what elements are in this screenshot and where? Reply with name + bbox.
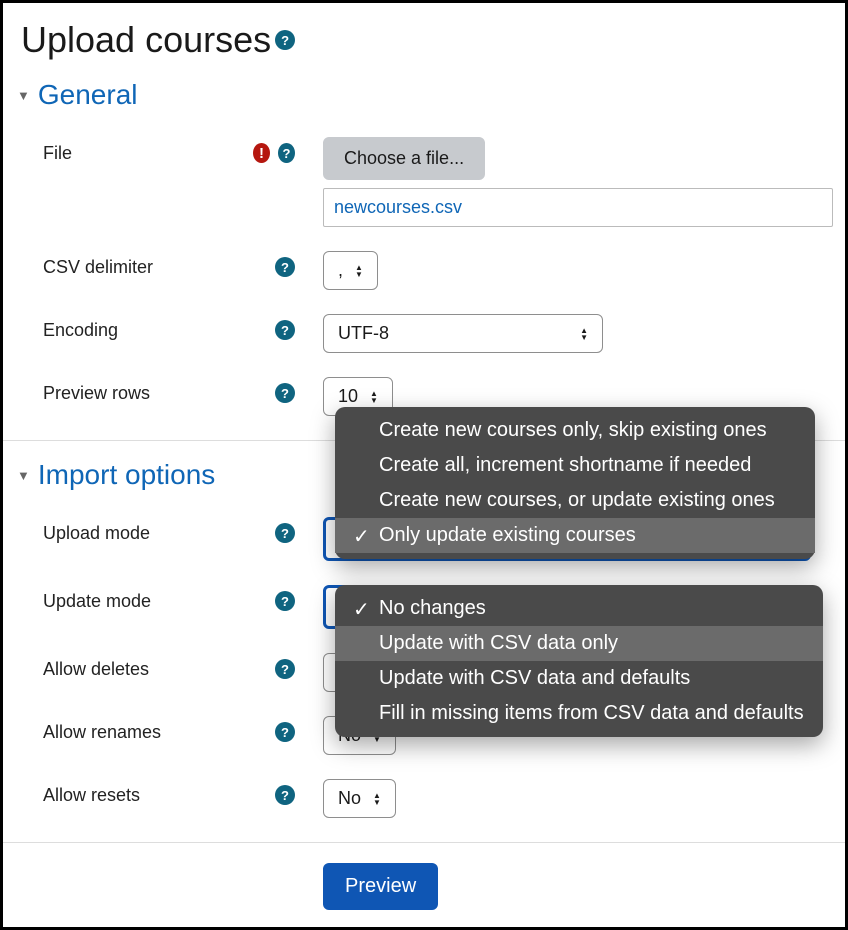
allow-resets-label: Allow resets [43, 779, 253, 806]
encoding-label: Encoding [43, 314, 253, 341]
encoding-select[interactable]: UTF-8 ▲▼ [323, 314, 603, 353]
upload-mode-option[interactable]: Create new courses, or update existing o… [335, 483, 815, 518]
file-name-display[interactable]: newcourses.csv [323, 188, 833, 227]
select-arrows-icon: ▲▼ [373, 792, 381, 806]
page-title: Upload courses ? [3, 3, 845, 69]
help-icon[interactable]: ? [275, 383, 295, 403]
field-file: File ! ? Choose a file... newcourses.csv [3, 125, 845, 239]
help-icon[interactable]: ? [275, 257, 295, 277]
help-icon[interactable]: ? [275, 785, 295, 805]
update-mode-label: Update mode [43, 585, 253, 612]
section-general[interactable]: ▼ General [3, 69, 845, 125]
preview-button[interactable]: Preview [323, 863, 438, 910]
select-arrows-icon: ▲▼ [355, 264, 363, 278]
help-icon[interactable]: ? [275, 30, 295, 50]
chevron-down-icon: ▼ [17, 88, 30, 103]
help-icon[interactable]: ? [275, 659, 295, 679]
page-title-text: Upload courses [21, 19, 271, 61]
actions-row: Preview [3, 851, 845, 922]
help-icon[interactable]: ? [275, 591, 295, 611]
chevron-down-icon: ▼ [17, 468, 30, 483]
encoding-value: UTF-8 [338, 323, 389, 344]
csv-delimiter-value: , [338, 260, 343, 281]
update-mode-option[interactable]: Fill in missing items from CSV data and … [335, 696, 823, 731]
preview-rows-label: Preview rows [43, 377, 253, 404]
section-general-title: General [38, 79, 138, 111]
section-import-options-title: Import options [38, 459, 215, 491]
help-icon[interactable]: ? [275, 523, 295, 543]
select-arrows-icon: ▲▼ [370, 390, 378, 404]
allow-renames-label: Allow renames [43, 716, 253, 743]
select-arrows-icon: ▲▼ [580, 327, 588, 341]
upload-mode-label: Upload mode [43, 517, 253, 544]
help-icon[interactable]: ? [278, 143, 295, 163]
csv-delimiter-label: CSV delimiter [43, 251, 253, 278]
divider [3, 842, 845, 843]
update-mode-option[interactable]: Update with CSV data only [335, 626, 823, 661]
csv-delimiter-select[interactable]: , ▲▼ [323, 251, 378, 290]
choose-file-button[interactable]: Choose a file... [323, 137, 485, 180]
preview-rows-value: 10 [338, 386, 358, 407]
upload-mode-option[interactable]: Only update existing courses [335, 518, 815, 553]
help-icon[interactable]: ? [275, 722, 295, 742]
allow-resets-select[interactable]: No ▲▼ [323, 779, 396, 818]
update-mode-dropdown-menu[interactable]: No changes Update with CSV data only Upd… [335, 585, 823, 737]
allow-deletes-label: Allow deletes [43, 653, 253, 680]
upload-mode-option[interactable]: Create all, increment shortname if neede… [335, 448, 815, 483]
field-csv-delimiter: CSV delimiter ? , ▲▼ [3, 239, 845, 302]
file-label: File [43, 137, 253, 164]
field-allow-resets: Allow resets ? No ▲▼ [3, 767, 845, 830]
field-encoding: Encoding ? UTF-8 ▲▼ [3, 302, 845, 365]
allow-resets-value: No [338, 788, 361, 809]
update-mode-option[interactable]: No changes [335, 591, 823, 626]
upload-mode-dropdown-menu[interactable]: Create new courses only, skip existing o… [335, 407, 815, 559]
required-icon: ! [253, 143, 270, 163]
upload-mode-option[interactable]: Create new courses only, skip existing o… [335, 413, 815, 448]
update-mode-option[interactable]: Update with CSV data and defaults [335, 661, 823, 696]
help-icon[interactable]: ? [275, 320, 295, 340]
